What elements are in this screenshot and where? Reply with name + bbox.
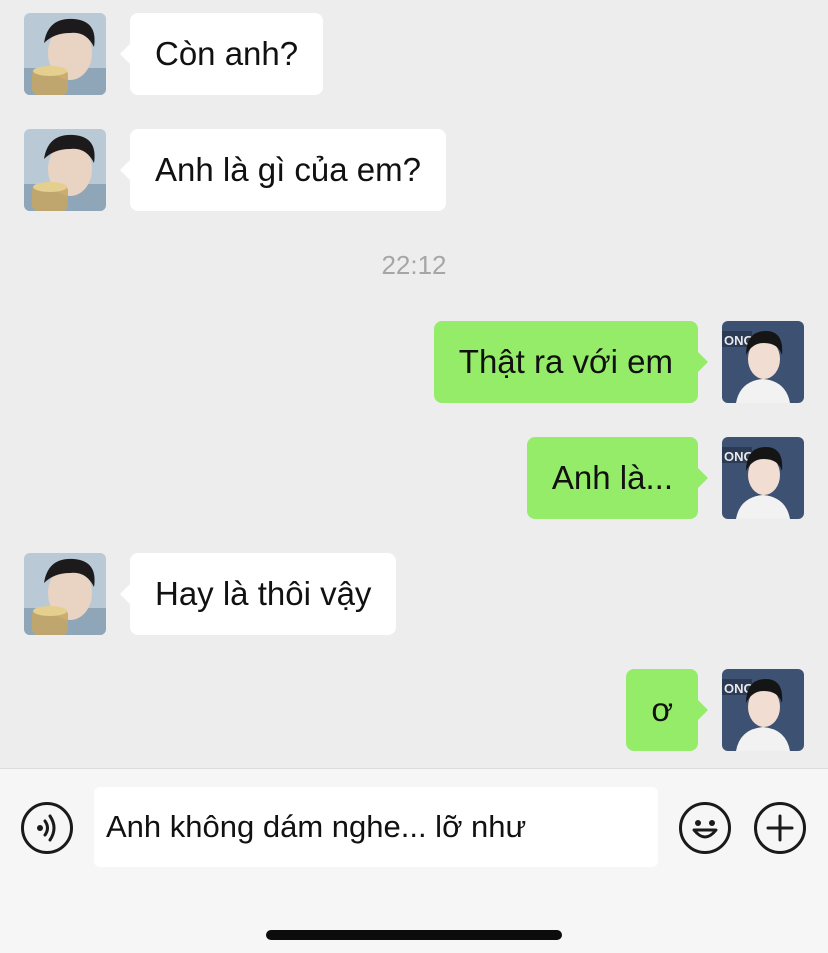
user-avatar[interactable]: ONG bbox=[722, 669, 804, 751]
input-bar: Anh không dám nghe... lỡ như bbox=[0, 768, 828, 953]
chat-screen: Còn anh? Anh là gì của em? 22:12 Thật ra… bbox=[0, 0, 828, 953]
plus-icon bbox=[766, 814, 794, 842]
message-text: Hay là thôi vậy bbox=[155, 575, 372, 612]
emoji-button[interactable] bbox=[679, 802, 731, 854]
message-text: Anh là... bbox=[551, 459, 673, 496]
message-timestamp: 22:12 bbox=[381, 250, 447, 280]
outgoing-message-bubble[interactable]: Anh là... bbox=[526, 437, 709, 519]
user-avatar[interactable]: ONG bbox=[722, 437, 804, 519]
contact-avatar[interactable] bbox=[24, 129, 106, 211]
incoming-message-bubble[interactable]: Còn anh? bbox=[119, 13, 324, 95]
outgoing-message-bubble[interactable]: Thật ra với em bbox=[433, 321, 709, 403]
voice-wave-icon bbox=[37, 814, 56, 842]
smiley-icon bbox=[692, 820, 718, 839]
contact-avatar[interactable] bbox=[24, 13, 106, 95]
message-input-text: Anh không dám nghe... lỡ như bbox=[106, 809, 527, 844]
message-text: Anh là gì của em? bbox=[155, 151, 421, 188]
message-list[interactable]: Còn anh? Anh là gì của em? 22:12 Thật ra… bbox=[0, 0, 828, 768]
home-indicator[interactable] bbox=[266, 930, 562, 940]
message-input[interactable]: Anh không dám nghe... lỡ như bbox=[94, 787, 658, 867]
incoming-message-bubble[interactable]: Anh là gì của em? bbox=[120, 129, 446, 211]
message-text: Thật ra với em bbox=[458, 343, 673, 380]
user-avatar[interactable]: ONG bbox=[722, 321, 804, 403]
add-button[interactable] bbox=[754, 802, 806, 854]
contact-avatar[interactable] bbox=[24, 553, 106, 635]
outgoing-message-bubble[interactable]: ơ bbox=[626, 669, 708, 751]
message-text: Còn anh? bbox=[155, 35, 299, 72]
incoming-message-bubble[interactable]: Hay là thôi vậy bbox=[119, 553, 397, 635]
voice-button[interactable] bbox=[21, 802, 73, 854]
message-text: ơ bbox=[651, 691, 673, 728]
